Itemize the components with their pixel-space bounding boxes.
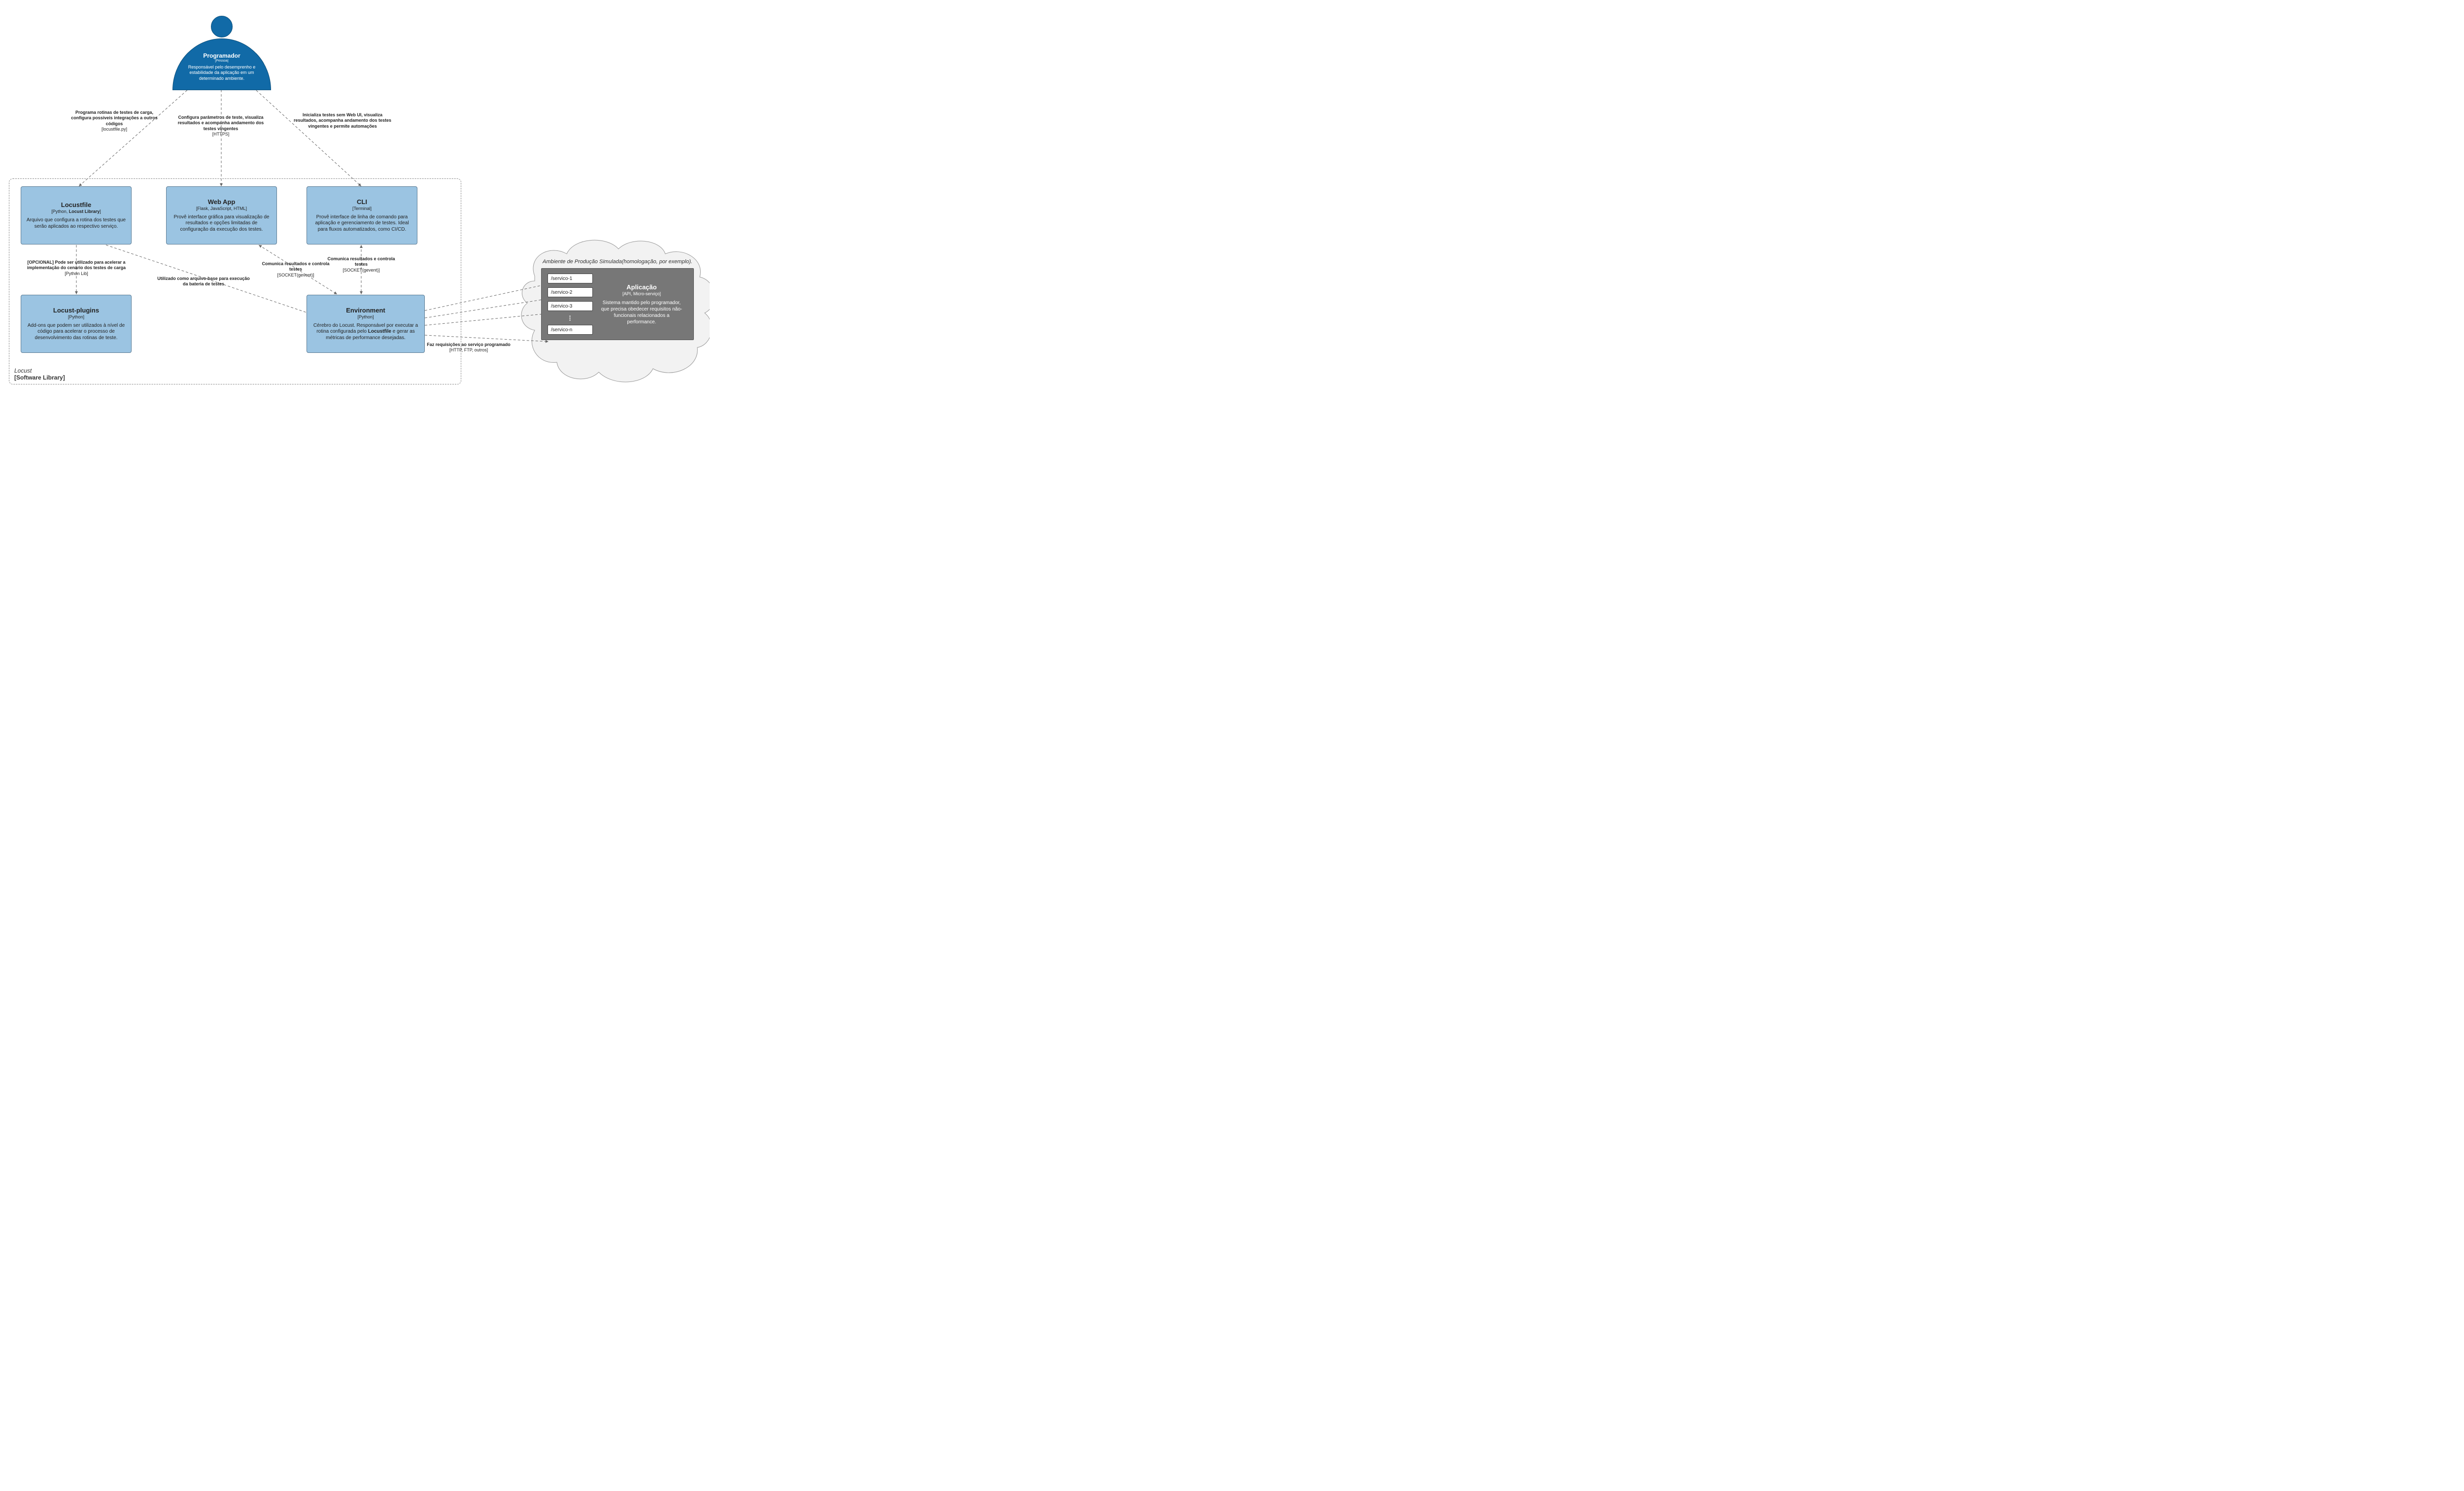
vertical-ellipsis-icon: ··· — [548, 315, 593, 321]
actor-programador: Programador [Pessoa] Responsável pelo de… — [172, 38, 271, 90]
webapp-tech: [Flask, JavaScript, HTML] — [171, 206, 272, 211]
cli-desc: Provê interface de linha de comando para… — [312, 214, 412, 233]
actor-title: Programador — [203, 52, 240, 59]
edge-sub: [locustfile.py] — [65, 127, 164, 132]
component-locustfile: Locustfile [Python, Locust Library] Arqu… — [21, 186, 132, 244]
env-desc-bold: Locustfile — [368, 329, 391, 334]
plugins-tech: [Python] — [26, 314, 126, 319]
edge-bold: Utilizado como arquivo-base para execuçã… — [154, 276, 253, 287]
actor-subtitle: [Pessoa] — [215, 59, 228, 63]
edge-label-prog-webapp: Configura parâmetros de teste, visualiza… — [171, 115, 270, 137]
env-tech: [Python] — [312, 314, 419, 319]
edge-sub: [HTTP, FTP, outros] — [424, 347, 513, 353]
edge-label-prog-cli: Inicializa testes sem Web UI, visualiza … — [293, 112, 392, 129]
plugins-title: Locust-plugins — [26, 307, 126, 314]
container-type: [Software Library] — [14, 374, 65, 381]
cli-title: CLI — [312, 198, 412, 206]
edge-label-webapp-env: Comunica resultados e controla testes [S… — [259, 261, 333, 278]
system-desc: Sistema mantido pelo programador, que pr… — [600, 300, 684, 325]
actor-desc: Responsável pelo desemprenho e estabilid… — [182, 65, 262, 81]
edge-sub: [HTTPS] — [171, 132, 270, 137]
edge-bold: Configura parâmetros de teste, visualiza… — [171, 115, 270, 132]
system-tech: [API, Micro-serviço] — [622, 291, 661, 296]
container-name: Locust — [14, 367, 32, 374]
external-system-cloud: Ambiente de Produção Simulada(homologaçã… — [541, 258, 694, 340]
edge-label-cli-env: Comunica resultados e controla testes [S… — [324, 256, 398, 273]
person-body-icon: Programador [Pessoa] Responsável pelo de… — [172, 38, 271, 90]
component-locust-plugins: Locust-plugins [Python] Add-ons que pode… — [21, 295, 132, 353]
edge-sub: [SOCKET(gevent)] — [259, 273, 333, 278]
person-head-icon — [211, 16, 233, 37]
env-title: Environment — [312, 307, 419, 314]
edge-label-env-services: Faz requisições ao serviço programado [H… — [424, 342, 513, 353]
component-environment: Environment [Python] Cérebro do Locust. … — [307, 295, 425, 353]
edge-bold: Comunica resultados e controla testes — [259, 261, 333, 273]
container-label: Locust [Software Library] — [14, 367, 65, 381]
endpoint-servico-n: /servico-n — [548, 325, 593, 335]
system-aplicacao: /servico-1 /servico-2 /servico-3 ··· /se… — [541, 268, 694, 340]
system-title: Aplicação — [626, 283, 656, 291]
plugins-desc: Add-ons que podem ser utilizados à nível… — [26, 323, 126, 342]
edge-bold: Comunica resultados e controla testes — [324, 256, 398, 268]
endpoint-servico-3: /servico-3 — [548, 301, 593, 311]
edge-bold: [OPCIONAL] Pode ser utilizado para acele… — [12, 260, 140, 271]
cli-tech: [Terminal] — [312, 206, 412, 211]
cloud-caption: Ambiente de Produção Simulada(homologaçã… — [541, 258, 694, 265]
endpoint-servico-2: /servico-2 — [548, 287, 593, 297]
webapp-title: Web App — [171, 198, 272, 206]
edge-bold: Programa rotinas de testes de carga, con… — [65, 110, 164, 127]
diagram-canvas: Programador [Pessoa] Responsável pelo de… — [0, 0, 710, 399]
component-webapp: Web App [Flask, JavaScript, HTML] Provê … — [166, 186, 277, 244]
endpoint-servico-1: /servico-1 — [548, 274, 593, 283]
edge-label-prog-locustfile: Programa rotinas de testes de carga, con… — [65, 110, 164, 132]
edge-label-locustfile-plugins: [OPCIONAL] Pode ser utilizado para acele… — [12, 260, 140, 277]
edge-label-locustfile-env: Utilizado como arquivo-base para execuçã… — [154, 276, 253, 287]
service-endpoints: /servico-1 /servico-2 /servico-3 ··· /se… — [548, 274, 593, 335]
edge-bold: Faz requisições ao serviço programado — [424, 342, 513, 347]
locustfile-desc: Arquivo que configura a rotina dos teste… — [26, 217, 126, 230]
component-cli: CLI [Terminal] Provê interface de linha … — [307, 186, 417, 244]
edge-sub: [SOCKET(gevent)] — [324, 268, 398, 273]
env-desc: Cérebro do Locust. Responsável por execu… — [312, 323, 419, 342]
edge-bold: Inicializa testes sem Web UI, visualiza … — [293, 112, 392, 129]
webapp-desc: Provê interface gráfica para visualizaçã… — [171, 214, 272, 233]
edge-sub: [Python Lib] — [12, 271, 140, 277]
locustfile-title: Locustfile — [26, 201, 126, 208]
